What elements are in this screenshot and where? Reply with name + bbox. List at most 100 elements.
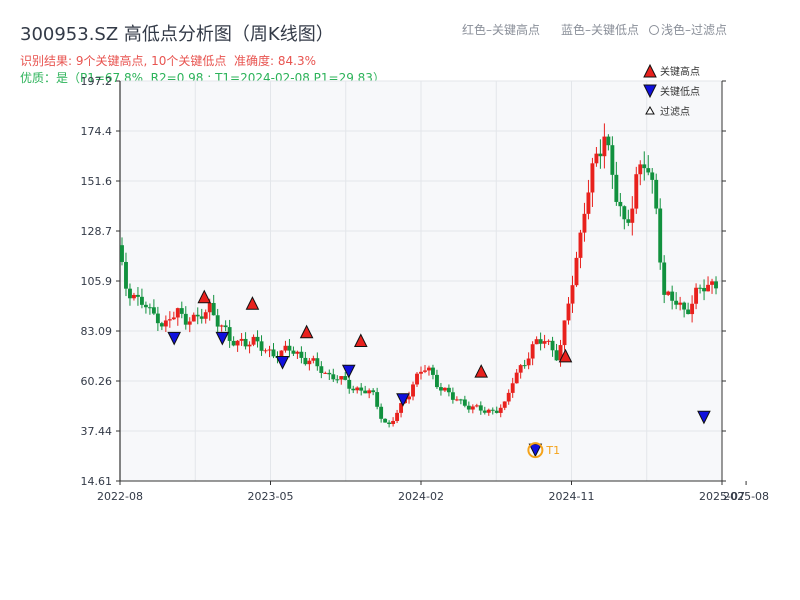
candle-body [411, 384, 415, 397]
y-tick-label: 14.61 [81, 475, 113, 488]
candle-body [610, 145, 615, 175]
candle-body [251, 336, 256, 345]
candle-body [163, 320, 168, 327]
y-tick-label: 105.9 [81, 275, 113, 288]
legend-label: 关键高点 [660, 65, 700, 78]
candle-body [514, 372, 519, 384]
candle-body [622, 206, 627, 220]
candle-body [706, 284, 710, 292]
candle-body [187, 321, 192, 325]
candle-body [546, 340, 551, 342]
candle-body [594, 153, 599, 164]
candle-body [120, 245, 124, 262]
candle-body [299, 351, 304, 358]
candle-body [690, 303, 695, 315]
candle-body [526, 358, 531, 366]
candle-body [139, 296, 144, 305]
candle-body [686, 309, 691, 315]
candle-body [307, 360, 312, 365]
candle-body [650, 172, 655, 180]
candle-body [271, 349, 276, 357]
candle-body [339, 376, 344, 380]
candle-body [171, 317, 176, 320]
candle-body [454, 399, 459, 401]
candle-body [351, 388, 356, 391]
candle-body [630, 208, 635, 223]
candle-body [482, 410, 487, 413]
candle-body [415, 373, 419, 385]
y-tick-label: 83.09 [81, 325, 113, 338]
candle-body [694, 287, 699, 304]
y-tick-label: 60.26 [81, 375, 113, 388]
candle-body [247, 344, 252, 347]
candle-body [654, 179, 659, 209]
candle-body [638, 164, 643, 175]
candle-body [574, 257, 579, 286]
candle-body [446, 387, 451, 393]
candle-body [219, 325, 224, 327]
candle-body [562, 320, 567, 346]
legend-label: 关键低点 [660, 85, 700, 98]
candle-body [383, 418, 388, 423]
candle-body [490, 409, 495, 411]
candle-body [363, 390, 368, 394]
candle-body [207, 302, 212, 313]
candle-body [566, 303, 571, 321]
candle-body [534, 339, 539, 345]
x-tick-label: 2023-05 [248, 490, 294, 503]
candle-body [590, 163, 595, 193]
candle-body [143, 304, 148, 308]
x-tick-label: 2024-11 [549, 490, 595, 503]
candle-body [155, 313, 160, 324]
candle-body [175, 308, 180, 318]
candle-body [135, 294, 140, 297]
candle-body [435, 374, 439, 388]
y-tick-label: 151.6 [81, 175, 113, 188]
candle-body [518, 365, 523, 373]
candle-body [698, 287, 703, 289]
y-tick-label: 37.44 [81, 425, 113, 438]
candle-body [646, 168, 651, 173]
candle-body [658, 208, 663, 263]
candle-body [431, 367, 435, 375]
candle-body [319, 366, 324, 374]
candle-body [554, 350, 559, 361]
candle-body [331, 374, 336, 380]
candle-body [474, 405, 479, 407]
candle-body [678, 302, 683, 305]
legend-high-icon [643, 63, 657, 78]
candle-body [462, 399, 467, 406]
y-tick-label: 128.7 [81, 225, 113, 238]
candle-body [542, 341, 547, 344]
candle-body [295, 351, 300, 354]
candle-body [494, 410, 499, 413]
candle-body [486, 409, 491, 413]
candle-body [371, 390, 376, 393]
y-tick-label: 174.4 [81, 125, 113, 138]
candle-body [195, 314, 200, 317]
candle-body [438, 387, 443, 391]
candle-body [231, 340, 236, 346]
candle-body [714, 281, 718, 289]
candle-body [642, 164, 647, 169]
candle-body [335, 379, 340, 381]
candle-body [259, 341, 264, 351]
candle-body [387, 422, 392, 425]
candle-body [327, 372, 332, 375]
candle-body [283, 345, 288, 351]
candle-body [674, 300, 679, 305]
candle-body [179, 308, 184, 314]
x-tick-label: 2025-08 [723, 490, 769, 503]
candle-body [442, 387, 447, 391]
candle-body [466, 405, 471, 410]
candle-body [239, 338, 244, 341]
candle-body [347, 379, 352, 389]
candle-body [586, 192, 591, 214]
candle-body [423, 370, 427, 372]
candle-body [419, 371, 423, 374]
candle-body [522, 365, 527, 367]
candle-body [662, 262, 667, 295]
candle-body [502, 401, 507, 408]
candle-body [367, 390, 372, 394]
x-tick-label: 2024-02 [398, 490, 444, 503]
